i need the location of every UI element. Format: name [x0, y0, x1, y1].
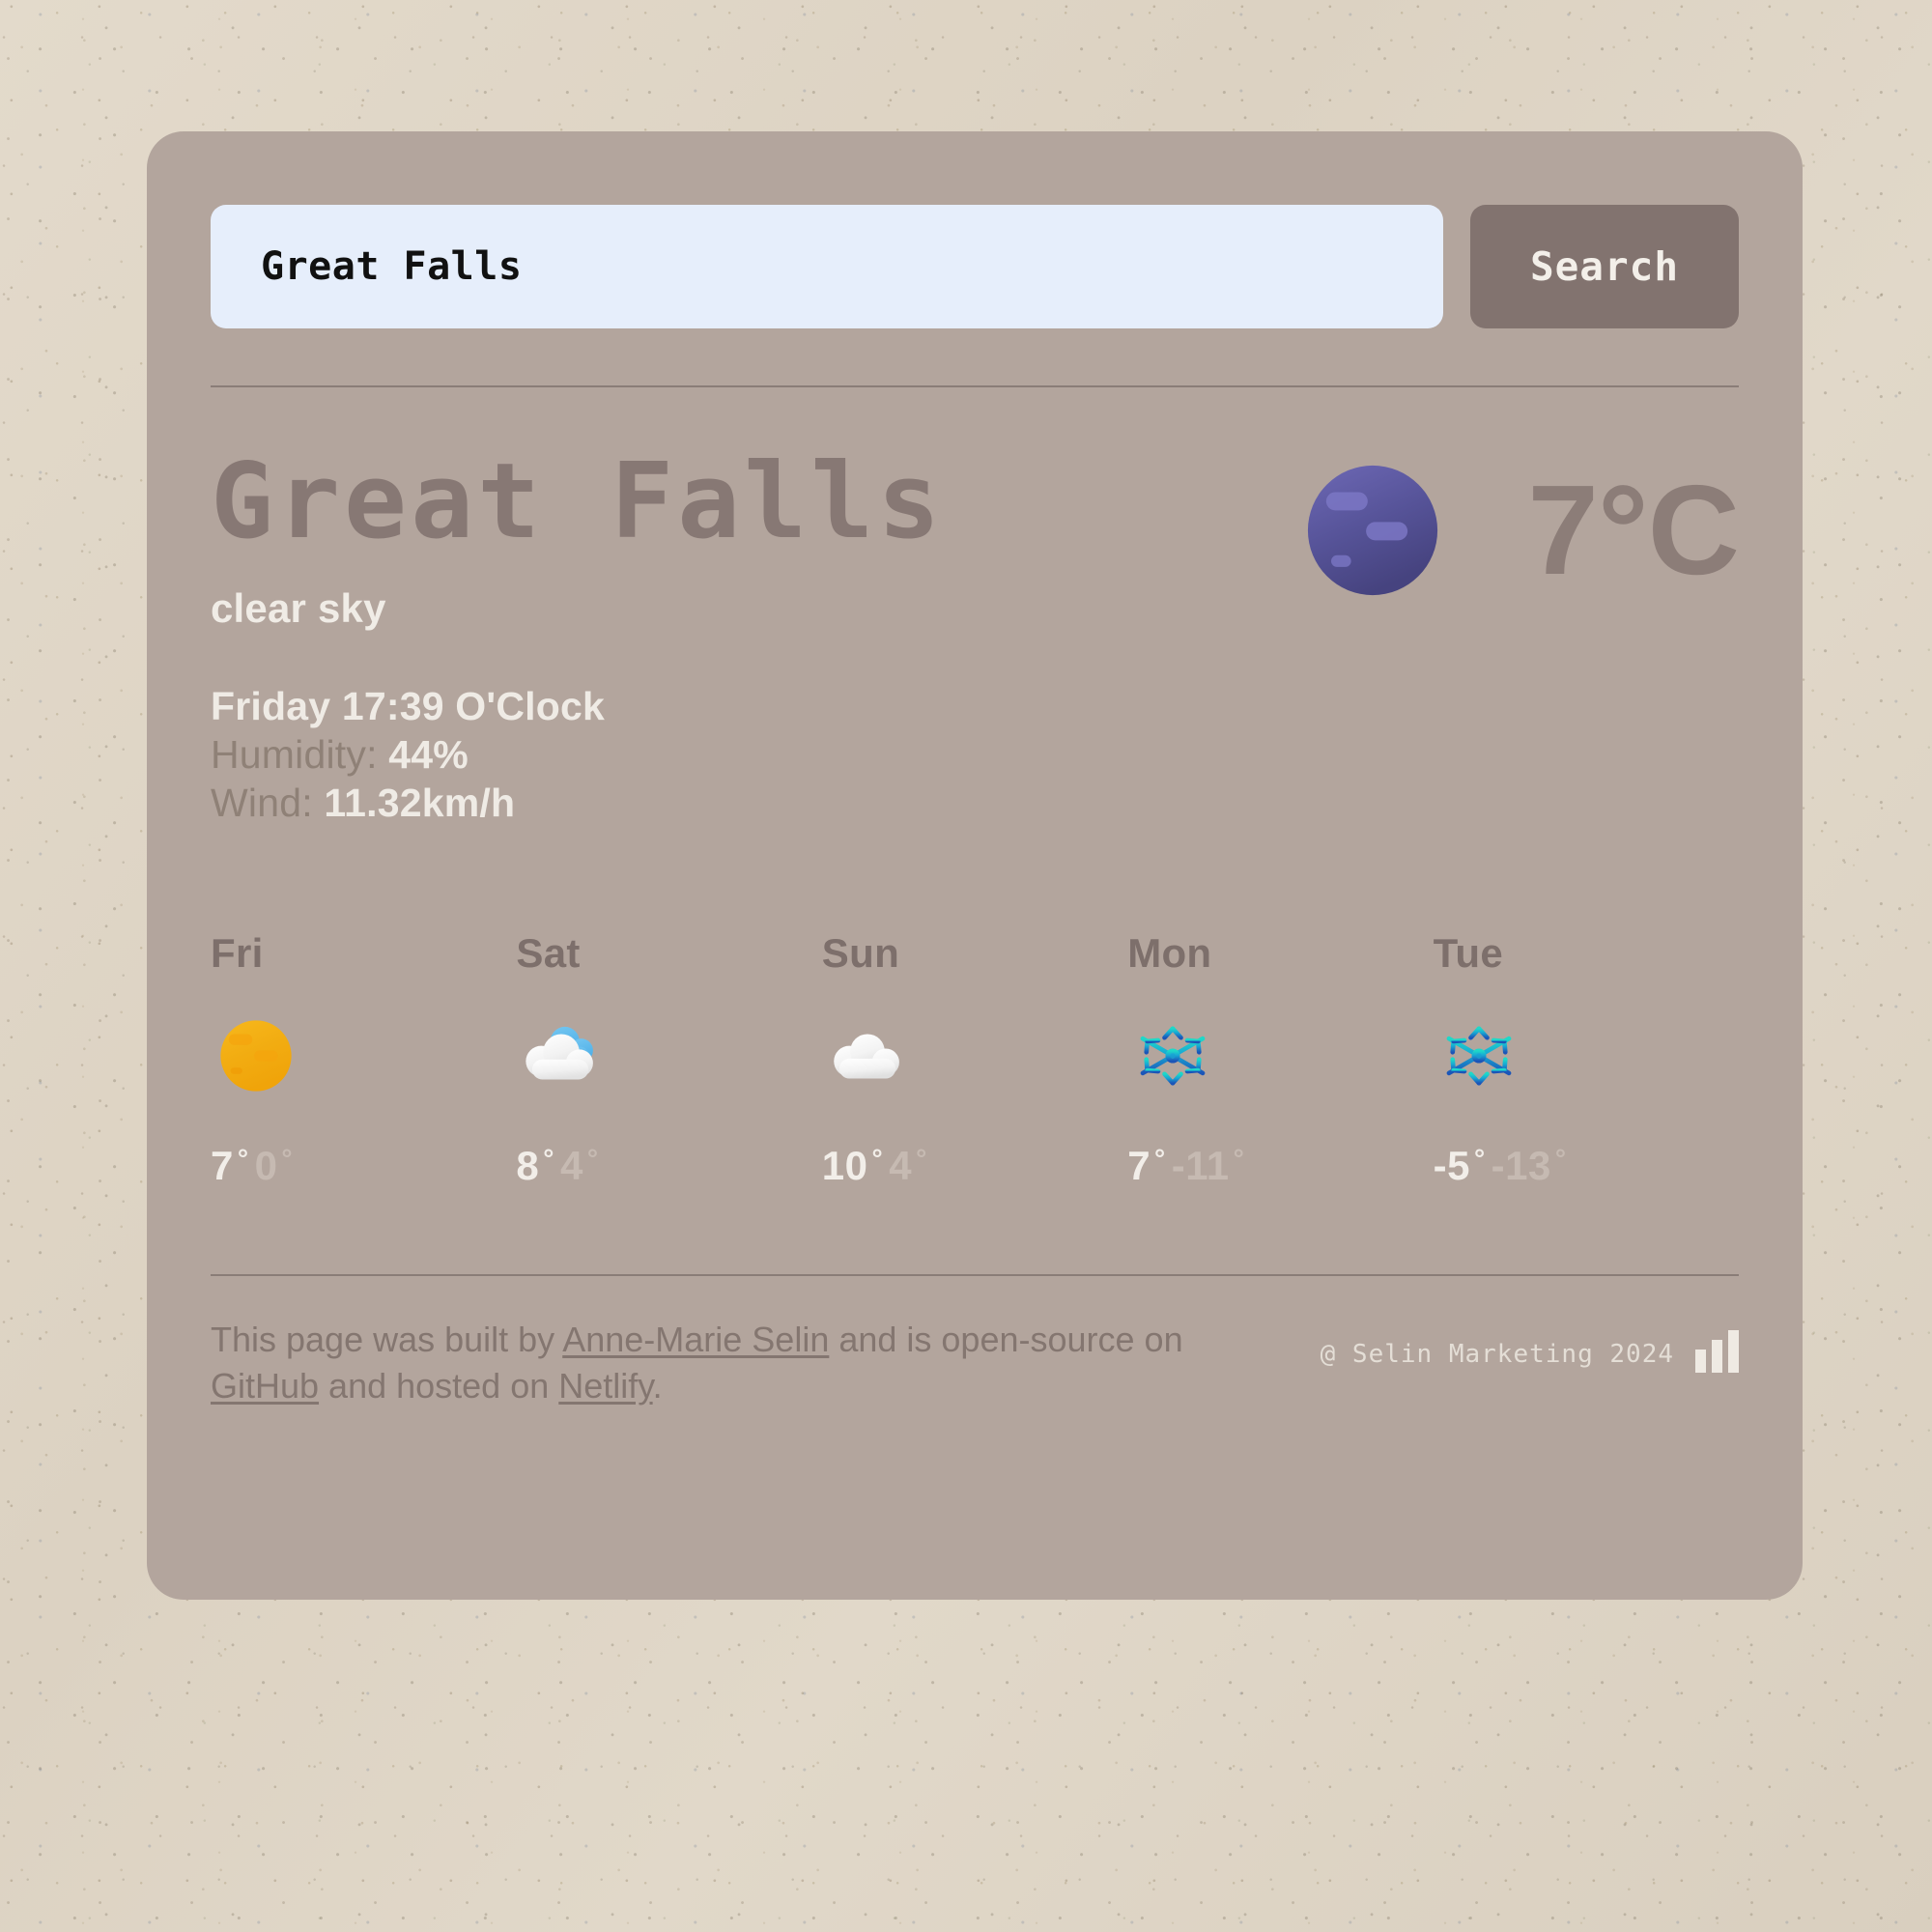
degree-symbol: °	[871, 1144, 884, 1174]
forecast-day-card: Fri 7 ° 0 °	[211, 930, 516, 1189]
forecast-low: 4	[559, 1143, 583, 1188]
forecast-low: 0	[254, 1143, 278, 1188]
forecast-icon-wrap	[211, 1004, 516, 1108]
forecast-low: -13	[1491, 1143, 1551, 1188]
forecast-day-card: Tue -5 ° -13 °	[1434, 930, 1739, 1189]
degree-symbol: °	[1154, 1144, 1166, 1174]
cloud-icon	[834, 1034, 899, 1079]
degree-symbol: °	[1233, 1144, 1245, 1174]
forecast-list: Fri 7 ° 0 ° Sat 8 ° 4 ° Sun 10 ° 4 ° Mon…	[211, 930, 1739, 1189]
forecast-low: -11	[1171, 1143, 1230, 1188]
sun-behind-cloud-icon	[526, 1026, 594, 1080]
forecast-high: 8	[516, 1143, 540, 1188]
forecast-day-label: Tue	[1433, 930, 1504, 976]
credit-prefix: This page was built by	[211, 1320, 563, 1359]
forecast-high: -5	[1433, 1143, 1470, 1188]
forecast-day-card: Sun 10 ° 4 °	[822, 930, 1127, 1189]
current-weather-section: Great Falls clear sky Friday 17:39 O'Clo…	[211, 447, 1740, 892]
forecast-temps: 7 ° 0 °	[211, 1143, 516, 1189]
current-temperature: 7°C	[1527, 459, 1740, 601]
brand-copyright: @ Selin Marketing 2024	[1320, 1340, 1674, 1369]
credit-mid: and is open-source on	[829, 1320, 1183, 1359]
humidity-label: Humidity:	[211, 732, 378, 778]
forecast-day-label: Sun	[821, 930, 900, 976]
forecast-icon-wrap	[1127, 1004, 1433, 1108]
credit-suffix: .	[652, 1365, 663, 1406]
author-link[interactable]: Anne-Marie Selin	[562, 1320, 829, 1359]
bar-chart-icon	[1695, 1330, 1739, 1373]
forecast-day-card: Sat 8 ° 4 °	[516, 930, 821, 1189]
degree-symbol: °	[237, 1144, 249, 1174]
divider-top	[211, 385, 1739, 387]
weather-card: Search Great Falls clear sky Friday 17:3…	[147, 131, 1803, 1600]
search-input[interactable]	[211, 205, 1443, 328]
forecast-temps: 8 ° 4 °	[516, 1143, 821, 1189]
github-link[interactable]: GitHub	[211, 1366, 319, 1406]
sun-disc-icon	[220, 1020, 292, 1092]
forecast-day-label: Mon	[1127, 930, 1212, 976]
degree-symbol: °	[586, 1144, 599, 1174]
degree-symbol: °	[281, 1144, 294, 1174]
netlify-link[interactable]: Netlify	[558, 1366, 652, 1406]
footer: This page was built by Anne-Marie Selin …	[211, 1317, 1739, 1408]
snowflake-icon	[1140, 1018, 1206, 1094]
humidity-value: 44%	[388, 732, 469, 778]
forecast-icon-wrap	[822, 1004, 1127, 1108]
forecast-high: 7	[211, 1143, 234, 1188]
forecast-high: 7	[1127, 1143, 1151, 1188]
humidity-row: Humidity: 44%	[211, 730, 1739, 779]
wind-label: Wind:	[211, 781, 313, 826]
forecast-temps: 7 ° -11 °	[1127, 1143, 1433, 1189]
search-button[interactable]: Search	[1470, 205, 1739, 328]
search-bar: Search	[211, 131, 1739, 328]
forecast-day-card: Mon 7 ° -11 °	[1127, 930, 1433, 1189]
forecast-high: 10	[821, 1143, 868, 1188]
snowflake-icon	[1446, 1018, 1511, 1094]
footer-credit: This page was built by Anne-Marie Selin …	[211, 1317, 1196, 1408]
forecast-day-label: Sat	[516, 930, 581, 976]
local-time: Friday 17:39 O'Clock	[211, 684, 605, 729]
moon-disc-icon	[1308, 465, 1438, 596]
brand-logo: @ Selin Marketing 2024	[1321, 1317, 1739, 1373]
current-summary: 7°C	[1290, 447, 1740, 613]
forecast-temps: -5 ° -13 °	[1434, 1143, 1739, 1189]
degree-symbol: °	[1473, 1144, 1486, 1174]
credit-mid2: and hosted on	[319, 1365, 559, 1406]
forecast-icon-wrap	[1434, 1004, 1739, 1108]
wind-value: 11.32km/h	[324, 781, 516, 826]
forecast-low: 4	[889, 1143, 913, 1188]
forecast-icon-wrap	[516, 1004, 821, 1108]
weather-details: Friday 17:39 O'Clock Humidity: 44% Wind:…	[211, 682, 1739, 827]
wind-row: Wind: 11.32km/h	[211, 779, 1739, 827]
degree-symbol: °	[543, 1144, 554, 1174]
forecast-day-label: Fri	[211, 930, 264, 976]
divider-bottom	[211, 1274, 1739, 1276]
forecast-temps: 10 ° 4 °	[822, 1143, 1127, 1189]
degree-symbol: °	[916, 1144, 927, 1174]
degree-symbol: °	[1554, 1144, 1567, 1174]
